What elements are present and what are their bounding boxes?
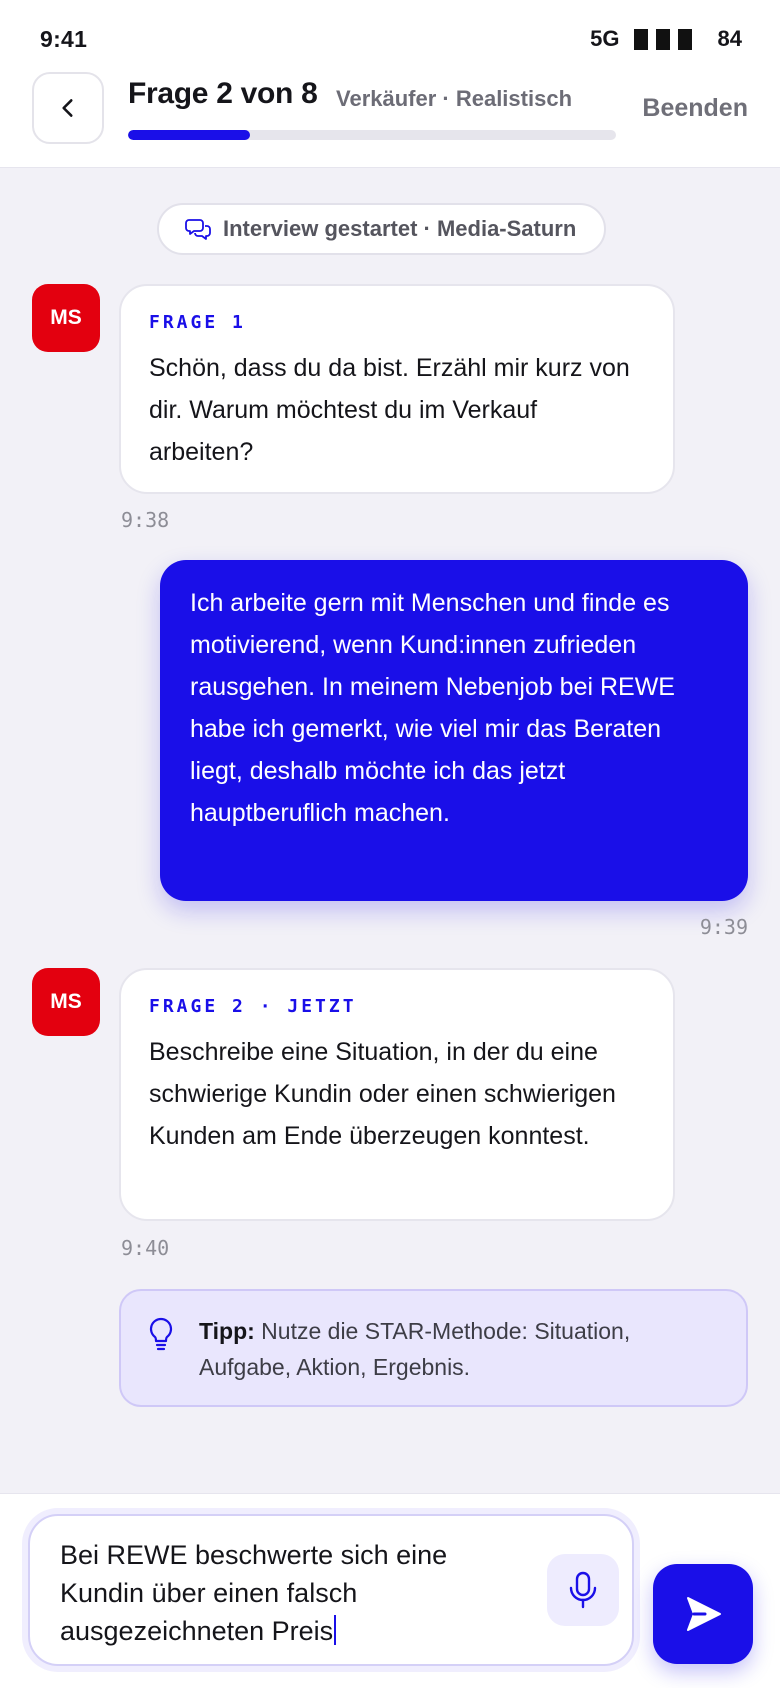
send-button[interactable] [653, 1564, 753, 1664]
message-timestamp: 9:40 [121, 1236, 170, 1260]
status-indicators: 5G 84 [590, 26, 742, 52]
session-pill: Interview gestartet · Media-Saturn [157, 203, 607, 255]
top-bar: 9:41 5G 84 Frage 2 von 8 Verkäufer · Rea… [0, 0, 780, 168]
send-icon [687, 1597, 721, 1631]
chat-bubbles-icon [185, 219, 211, 240]
message-timestamp: 9:39 [699, 915, 748, 939]
tip-label: Tipp: [199, 1318, 255, 1344]
interview-mode: Verkäufer · Realistisch [336, 86, 573, 111]
interviewer-avatar: MS [32, 968, 100, 1036]
lightbulb-icon [149, 1317, 173, 1351]
status-time: 9:41 [40, 26, 88, 52]
tip-body: Nutze die STAR-Methode: Situation, Aufga… [199, 1318, 631, 1380]
answer-input[interactable]: Bei REWE beschwerte sich eine Kundin übe… [28, 1514, 634, 1666]
battery-level: 84 [717, 26, 742, 51]
back-button[interactable] [32, 72, 104, 144]
text-caret [334, 1615, 337, 1645]
end-interview-button[interactable]: Beenden [642, 94, 748, 123]
session-pill-text: Interview gestartet · Media-Saturn [223, 216, 577, 241]
question-text: Beschreibe eine Situation, in der du ein… [149, 1038, 616, 1150]
signal-icon [633, 28, 692, 50]
question-label: FRAGE 2 · JETZT [149, 996, 357, 1017]
progress-fill [128, 130, 250, 140]
interviewer-message: FRAGE 1 Schön, dass du da bist. Erzähl m… [119, 284, 675, 494]
user-message: Ich arbeite gern mit Menschen und finde … [160, 560, 748, 901]
network-label: 5G [590, 26, 620, 51]
microphone-icon [569, 1571, 597, 1609]
question-counter: Frage 2 von 8 [128, 77, 318, 110]
answer-input-value: Bei REWE beschwerte sich eine Kundin übe… [60, 1540, 448, 1646]
question-text: Schön, dass du da bist. Erzähl mir kurz … [149, 354, 630, 466]
progress-bar [128, 130, 616, 140]
chevron-left-icon [62, 99, 73, 117]
microphone-button[interactable] [547, 1554, 619, 1626]
tip-card: Tipp: Nutze die STAR-Methode: Situation,… [119, 1289, 748, 1407]
interviewer-message: FRAGE 2 · JETZT Beschreibe eine Situatio… [119, 968, 675, 1221]
message-timestamp: 9:38 [121, 508, 170, 532]
interviewer-avatar: MS [32, 284, 100, 352]
question-label: FRAGE 1 [149, 312, 246, 333]
tip-text: Tipp: Nutze die STAR-Methode: Situation,… [199, 1313, 720, 1385]
